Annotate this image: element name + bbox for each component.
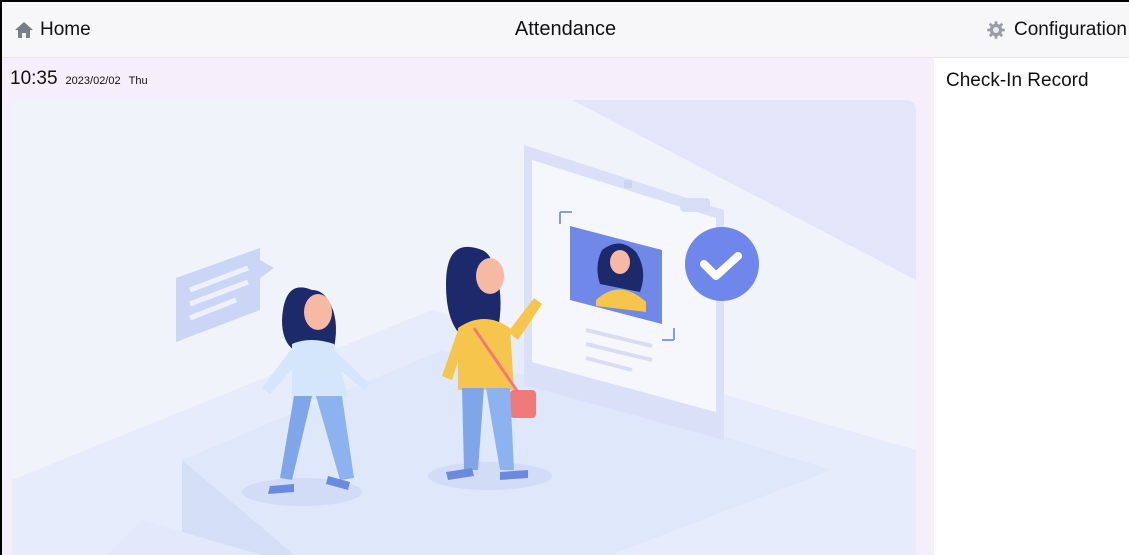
top-bar: Home Attendance Configuration	[2, 2, 1129, 58]
gear-icon	[987, 21, 1005, 39]
illustration-art	[12, 100, 916, 555]
attendance-illustration	[12, 100, 916, 555]
app-window: Home Attendance Configuration 10:35 2023…	[0, 0, 1129, 555]
check-in-record-panel: Check-In Record	[934, 58, 1129, 555]
clock-readout: 10:35 2023/02/02 Thu	[10, 68, 148, 90]
chat-bubble-icon	[176, 248, 274, 342]
page-title: Attendance	[514, 18, 617, 40]
clock-time: 10:35	[10, 68, 58, 89]
configuration-button[interactable]: Configuration	[986, 18, 1127, 42]
clock-date: 2023/02/02	[65, 75, 121, 87]
check-icon	[685, 227, 759, 301]
clock-weekday: Thu	[128, 75, 148, 87]
configuration-label: Configuration	[1013, 19, 1127, 40]
camera-preview-panel: 10:35 2023/02/02 Thu	[2, 58, 934, 555]
check-in-record-title: Check-In Record	[946, 70, 1089, 91]
